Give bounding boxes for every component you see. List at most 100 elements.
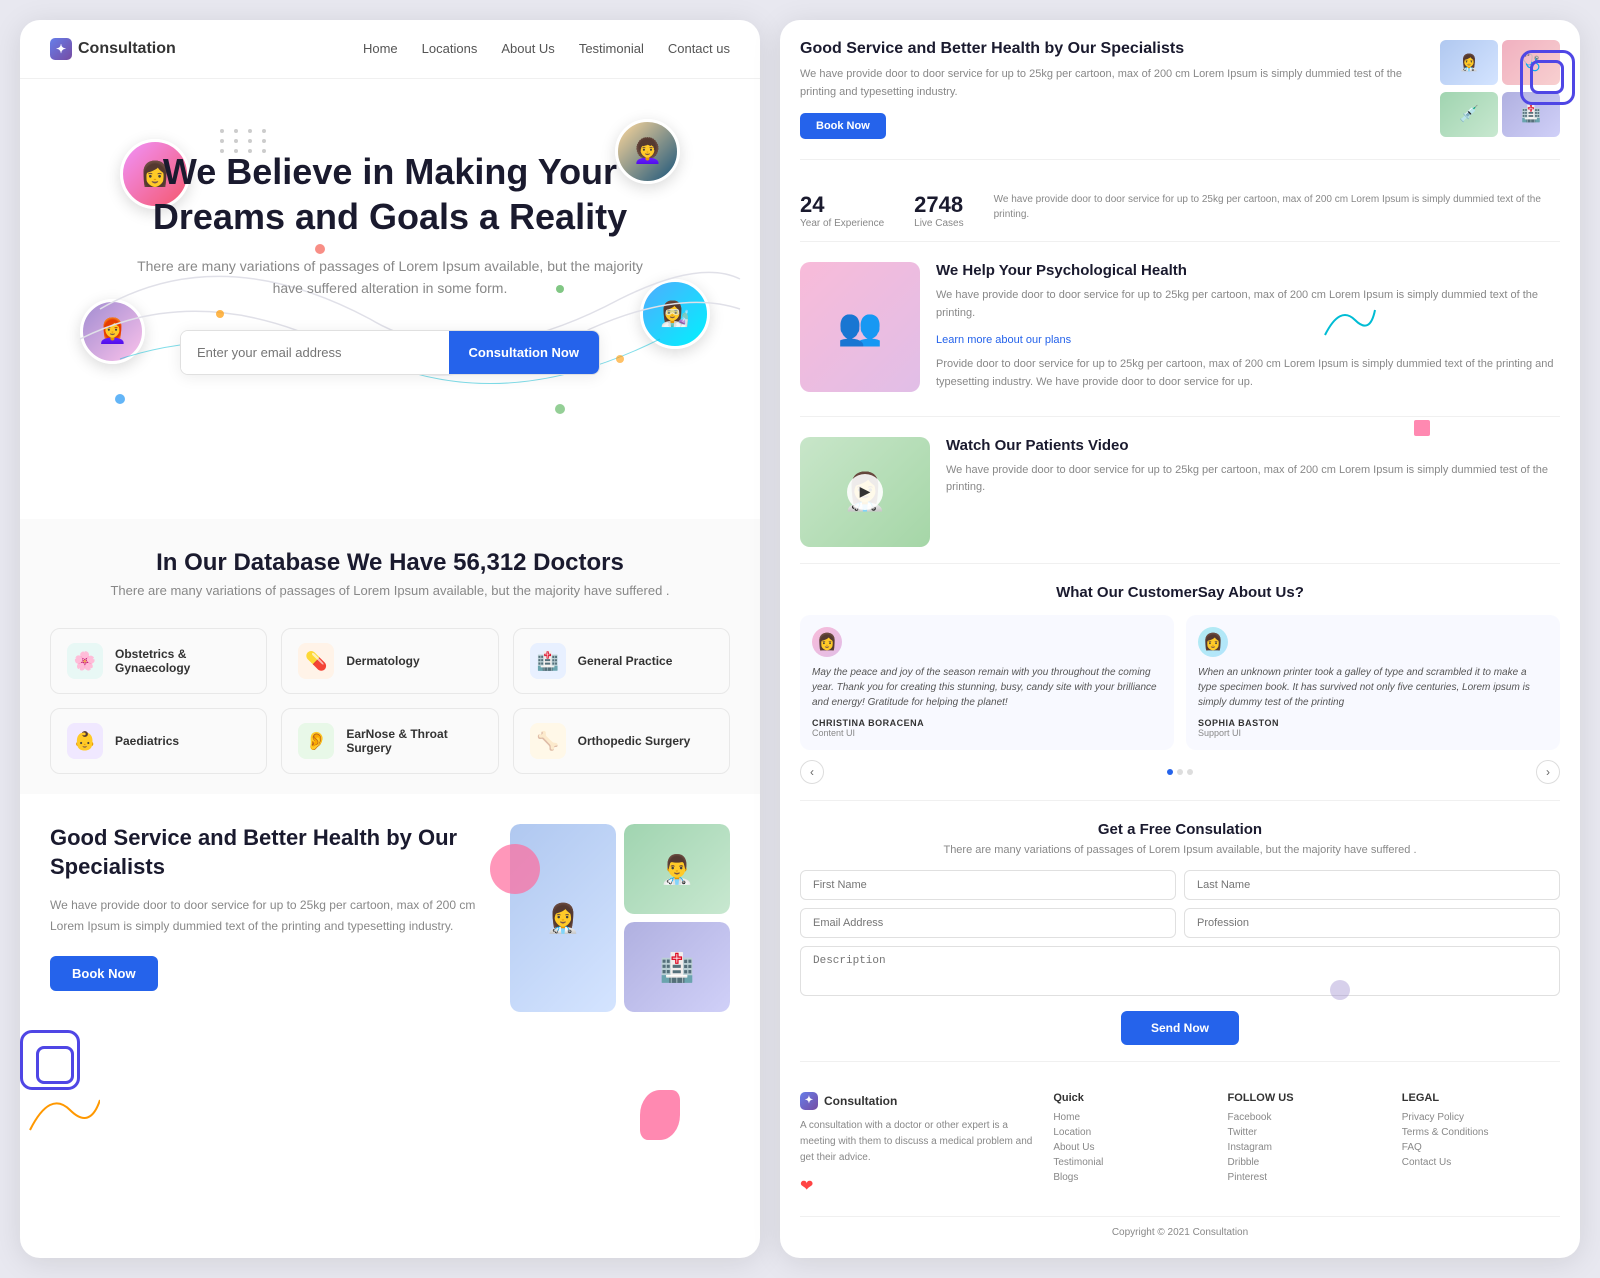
consult-desc: There are many variations of passages of… <box>800 844 1560 856</box>
footer-pinterest[interactable]: Pinterest <box>1228 1172 1386 1183</box>
send-button[interactable]: Send Now <box>1121 1011 1239 1045</box>
specialty-general[interactable]: 🏥 General Practice <box>513 628 730 694</box>
footer-contact[interactable]: Contact Us <box>1402 1157 1560 1168</box>
learn-more-link[interactable]: Learn more about our plans <box>936 334 1071 346</box>
specialty-paediatrics[interactable]: 👶 Paediatrics <box>50 708 267 774</box>
first-name-input[interactable] <box>800 870 1176 900</box>
video-title: Watch Our Patients Video <box>946 437 1560 454</box>
testimonial-role-1: Content UI <box>812 728 1162 738</box>
general-icon: 🏥 <box>530 643 566 679</box>
email-input[interactable] <box>181 331 449 374</box>
specialty-dermatology[interactable]: 💊 Dermatology <box>281 628 498 694</box>
footer-faq[interactable]: FAQ <box>1402 1142 1560 1153</box>
stat-years-label: Year of Experience <box>800 218 884 229</box>
testimonial-next-button[interactable]: › <box>1536 760 1560 784</box>
footer-link-home[interactable]: Home <box>1053 1112 1211 1123</box>
navbar: ✦ Consultation Home Locations About Us T… <box>20 20 760 79</box>
footer-privacy[interactable]: Privacy Policy <box>1402 1112 1560 1123</box>
specialty-ent[interactable]: 👂 EarNose & Throat Surgery <box>281 708 498 774</box>
footer-facebook[interactable]: Facebook <box>1228 1112 1386 1123</box>
profession-input[interactable] <box>1184 908 1560 938</box>
inner-square <box>36 1046 74 1084</box>
hero-title: We Believe in Making Your Dreams and Goa… <box>130 149 650 239</box>
testimonial-cards: 👩 May the peace and joy of the season re… <box>800 615 1560 750</box>
ent-icon: 👂 <box>298 723 334 759</box>
right-panel: Good Service and Better Health by Our Sp… <box>780 20 1580 1258</box>
stat-years: 24 Year of Experience <box>800 192 884 229</box>
footer-terms[interactable]: Terms & Conditions <box>1402 1127 1560 1138</box>
play-button[interactable]: ▶ <box>847 474 883 510</box>
service-text: Good Service and Better Health by Our Sp… <box>50 824 486 991</box>
dot-3[interactable] <box>1187 769 1193 775</box>
service-img-3: 🏥 <box>624 922 730 1012</box>
dermatology-icon: 💊 <box>298 643 334 679</box>
stats-desc: We have provide door to door service for… <box>994 192 1560 229</box>
stats-row: 24 Year of Experience 2748 Live Cases We… <box>800 180 1560 242</box>
stats-title: In Our Database We Have 56,312 Doctors <box>50 549 730 577</box>
hero-section: 👩 👩‍🦱 👩‍🦰 👩‍🔬 <box>20 79 760 519</box>
service-title: Good Service and Better Health by Our Sp… <box>50 824 486 881</box>
footer-brand: ✦ Consultation A consultation with a doc… <box>800 1092 1037 1196</box>
pink-deco <box>490 844 540 894</box>
footer-legal: LEGAL Privacy Policy Terms & Conditions … <box>1402 1092 1560 1196</box>
footer-dribble[interactable]: Dribble <box>1228 1157 1386 1168</box>
brand-name: Consultation <box>78 40 176 58</box>
squiggle-right <box>1320 300 1380 340</box>
nav-home[interactable]: Home <box>363 41 398 56</box>
footer-link-about[interactable]: About Us <box>1053 1142 1211 1153</box>
general-label: General Practice <box>578 654 673 668</box>
footer-link-location[interactable]: Location <box>1053 1127 1211 1138</box>
purple-blob <box>1330 980 1350 1000</box>
testimonial-author-1: CHRISTINA BORACENA <box>812 718 1162 728</box>
paediatrics-label: Paediatrics <box>115 734 179 748</box>
nav-locations[interactable]: Locations <box>422 41 478 56</box>
ent-label: EarNose & Throat Surgery <box>346 727 481 755</box>
description-textarea[interactable] <box>800 946 1560 996</box>
book-now-button[interactable]: Book Now <box>50 956 158 991</box>
pink-blob-small <box>1414 420 1430 436</box>
footer: ✦ Consultation A consultation with a doc… <box>800 1082 1560 1196</box>
psych-desc-1: We have provide door to door service for… <box>936 287 1560 322</box>
nav-testimonial[interactable]: Testimonial <box>579 41 644 56</box>
footer-quick: Quick Home Location About Us Testimonial… <box>1053 1092 1211 1196</box>
form-row-2 <box>800 908 1560 938</box>
orange-squiggle <box>20 1080 100 1140</box>
footer-follow-links: Facebook Twitter Instagram Dribble Pinte… <box>1228 1112 1386 1183</box>
testimonial-title: What Our CustomerSay About Us? <box>800 584 1560 601</box>
footer-follow-title: FOLLOW US <box>1228 1092 1386 1104</box>
specialty-orthopedic[interactable]: 🦴 Orthopedic Surgery <box>513 708 730 774</box>
psych-image: 👥 <box>800 262 920 399</box>
obstetrics-label: Obstetrics & Gynaecology <box>115 647 250 675</box>
hero-content: We Believe in Making Your Dreams and Goa… <box>50 119 730 405</box>
video-thumbnail[interactable]: 👩‍⚕️ ▶ <box>800 437 930 547</box>
footer-link-testimonial[interactable]: Testimonial <box>1053 1157 1211 1168</box>
consult-title: Get a Free Consulation <box>800 821 1560 838</box>
logo: ✦ Consultation <box>50 38 176 60</box>
testimonial-avatar-2: 👩 <box>1198 627 1228 657</box>
specialty-obstetrics[interactable]: 🌸 Obstetrics & Gynaecology <box>50 628 267 694</box>
right-img-3: 💉 <box>1440 92 1498 137</box>
inner-square-right <box>1530 60 1564 94</box>
email-address-input[interactable] <box>800 908 1176 938</box>
dot-1[interactable] <box>1167 769 1173 775</box>
right-book-button[interactable]: Book Now <box>800 113 886 139</box>
testimonial-text-2: When an unknown printer took a galley of… <box>1198 665 1548 710</box>
footer-twitter[interactable]: Twitter <box>1228 1127 1386 1138</box>
footer-link-blogs[interactable]: Blogs <box>1053 1172 1211 1183</box>
nav-contact[interactable]: Contact us <box>668 41 730 56</box>
nav-links: Home Locations About Us Testimonial Cont… <box>363 40 730 58</box>
footer-follow: FOLLOW US Facebook Twitter Instagram Dri… <box>1228 1092 1386 1196</box>
stat-cases-number: 2748 <box>914 192 963 218</box>
nav-about[interactable]: About Us <box>501 41 554 56</box>
stats-section: In Our Database We Have 56,312 Doctors T… <box>20 519 760 794</box>
testimonial-prev-button[interactable]: ‹ <box>800 760 824 784</box>
last-name-input[interactable] <box>1184 870 1560 900</box>
cta-button[interactable]: Consultation Now <box>449 331 600 374</box>
testimonial-card-2: 👩 When an unknown printer took a galley … <box>1186 615 1560 750</box>
footer-instagram[interactable]: Instagram <box>1228 1142 1386 1153</box>
footer-quick-links: Home Location About Us Testimonial Blogs <box>1053 1112 1211 1183</box>
paediatrics-icon: 👶 <box>67 723 103 759</box>
consult-section: Get a Free Consulation There are many va… <box>800 821 1560 1062</box>
dot-2[interactable] <box>1177 769 1183 775</box>
psych-desc-2: Provide door to door service for up to 2… <box>936 356 1560 391</box>
